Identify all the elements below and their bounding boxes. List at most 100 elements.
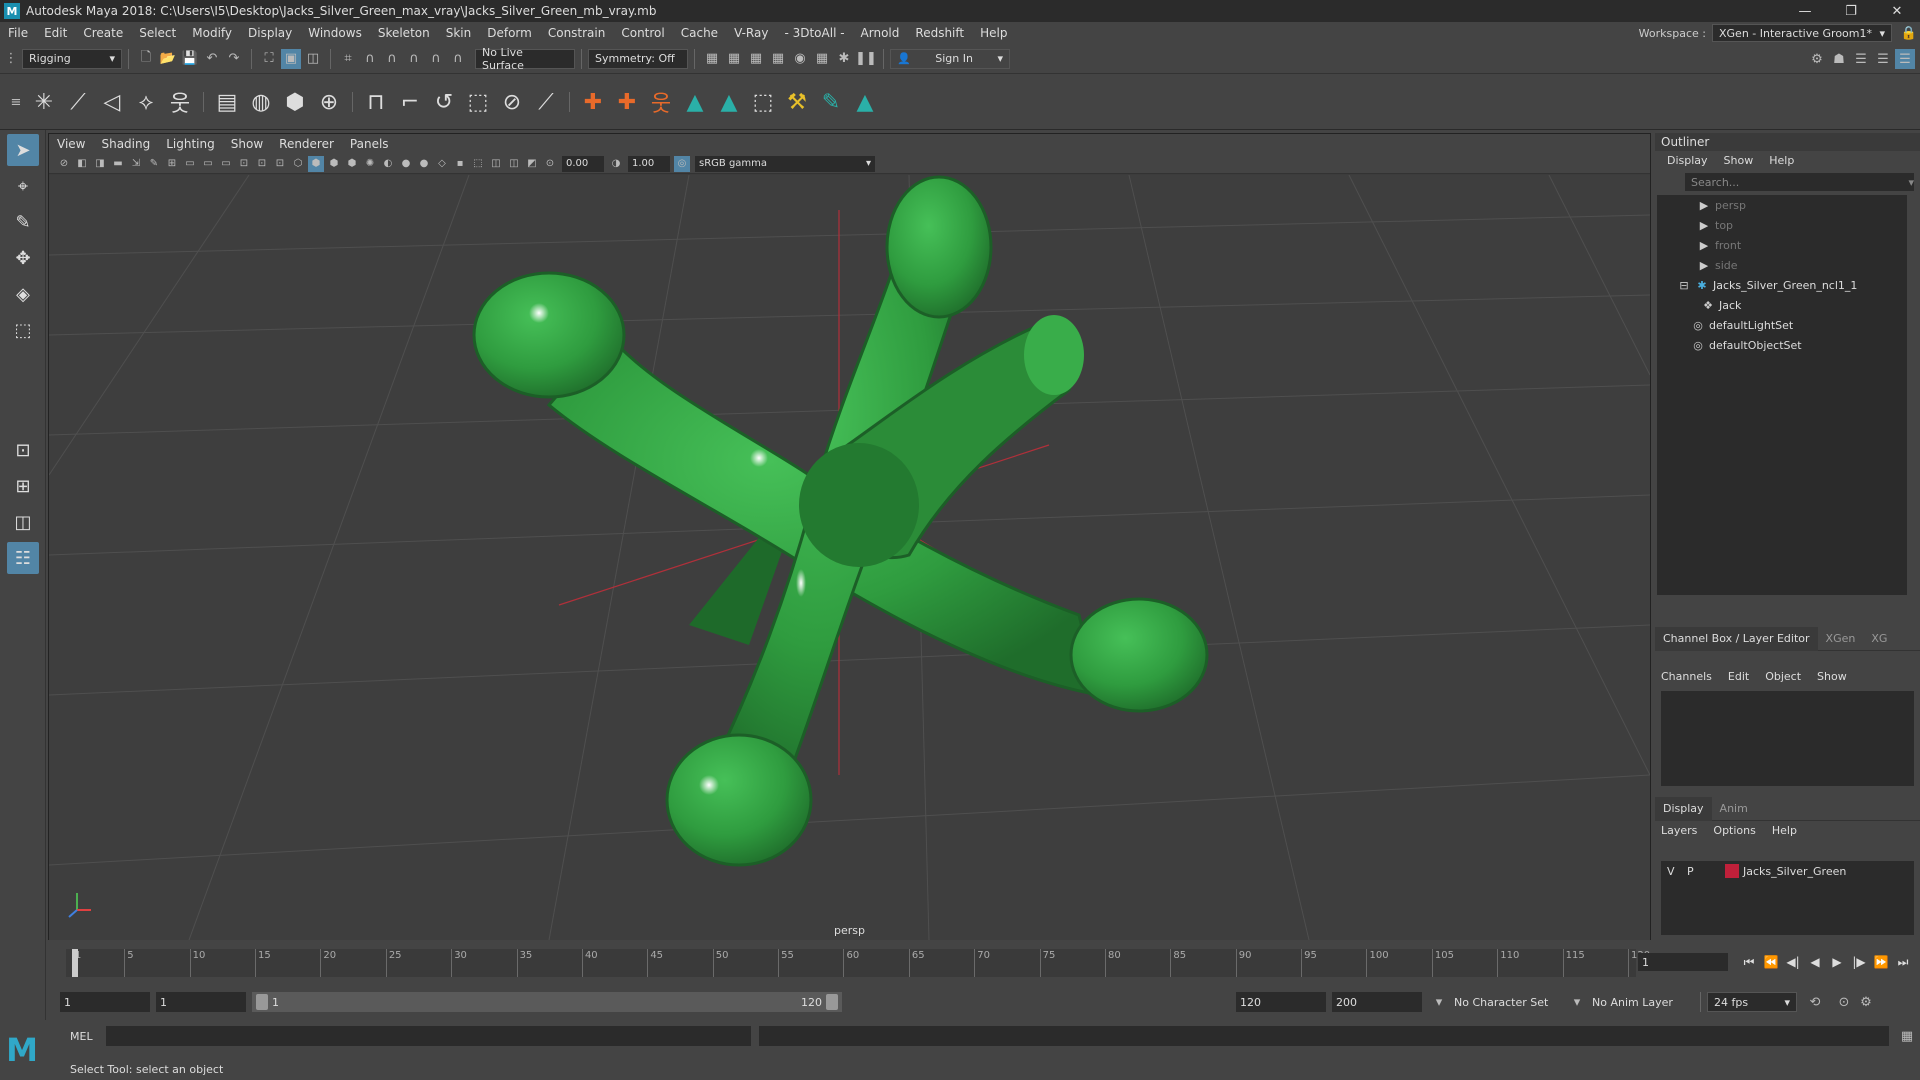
current-frame-field[interactable]: 1 <box>1638 953 1728 971</box>
restore-icon[interactable]: ❐ <box>1828 0 1874 22</box>
step-back-key-icon[interactable]: ⏪ <box>1760 951 1782 973</box>
paint-select-icon[interactable]: ✎ <box>7 206 39 238</box>
lights-icon[interactable]: ✺ <box>362 156 378 172</box>
rotate-tool-icon[interactable]: ◈ <box>7 278 39 310</box>
grease-pencil-icon[interactable]: ✎ <box>816 87 846 117</box>
modeling-toolkit-icon[interactable]: ⚙ <box>1807 49 1827 69</box>
two-view-icon[interactable]: ◫ <box>7 506 39 538</box>
aim-constraint-icon[interactable]: ⊘ <box>497 87 527 117</box>
step-forward-frame-icon[interactable]: |▶ <box>1848 951 1870 973</box>
mash-icon[interactable]: ▲ <box>714 87 744 117</box>
lasso-tool-icon[interactable]: ⌖ <box>7 170 39 202</box>
lock-icon[interactable]: 🔒 <box>1899 23 1919 43</box>
select-hierarchy-icon[interactable]: ⛶ <box>259 49 279 69</box>
close-icon[interactable]: ✕ <box>1874 0 1920 22</box>
film-gate-icon[interactable]: ▭ <box>182 156 198 172</box>
layer-playback-toggle[interactable]: P <box>1687 865 1707 878</box>
render-settings-icon[interactable]: ▦ <box>768 49 788 69</box>
ik-handle-icon[interactable]: ⟋ <box>63 87 93 117</box>
tool-settings-icon[interactable]: ☰ <box>1873 49 1893 69</box>
step-back-frame-icon[interactable]: ◀| <box>1782 951 1804 973</box>
scale-constraint-icon[interactable]: ⬚ <box>463 87 493 117</box>
tab-anim[interactable]: Anim <box>1712 797 1756 821</box>
command-input[interactable] <box>106 1026 751 1046</box>
command-language-label[interactable]: MEL <box>70 1030 104 1043</box>
single-perspective-icon[interactable]: ⊡ <box>7 434 39 466</box>
gamma-field[interactable]: 1.00 <box>628 155 670 172</box>
ambient-occlusion-icon[interactable]: ● <box>398 156 414 172</box>
lattice-icon[interactable]: ⬢ <box>280 87 310 117</box>
mash-network-icon[interactable]: ▲ <box>680 87 710 117</box>
range-start-handle[interactable] <box>256 994 268 1010</box>
insert-joint-icon[interactable]: ⟡ <box>131 87 161 117</box>
outliner-item-top[interactable]: ▶ top <box>1657 215 1907 235</box>
select-component-icon[interactable]: ◫ <box>303 49 323 69</box>
playback-start-field[interactable]: 1 <box>156 992 246 1012</box>
layer-menu-options[interactable]: Options <box>1713 824 1755 837</box>
smooth-shade-icon[interactable]: ⬢ <box>308 155 324 172</box>
viewport-scene[interactable] <box>49 175 1650 940</box>
anim-end-field[interactable]: 200 <box>1332 992 1422 1012</box>
layer-color-swatch[interactable] <box>1725 864 1739 878</box>
sign-in-button[interactable]: 👤 Sign In ▾ <box>890 48 1010 69</box>
ipr-render-icon[interactable]: ▦ <box>746 49 766 69</box>
menu-cache[interactable]: Cache <box>673 26 726 40</box>
select-tool-icon[interactable]: ➤ <box>7 134 39 166</box>
select-object-icon[interactable]: ▣ <box>281 48 301 69</box>
menu-constrain[interactable]: Constrain <box>540 26 614 40</box>
menu-edit[interactable]: Edit <box>36 26 75 40</box>
isolate-select-icon[interactable]: ⬚ <box>470 156 486 172</box>
menu-help[interactable]: Help <box>972 26 1015 40</box>
outliner-item-front[interactable]: ▶ front <box>1657 235 1907 255</box>
layer-visibility-toggle[interactable]: V <box>1667 865 1687 878</box>
minimize-icon[interactable]: — <box>1782 0 1828 22</box>
symmetry-dropdown[interactable]: Symmetry: Off <box>588 48 688 69</box>
quick-rig-icon[interactable]: 웃 <box>165 87 195 117</box>
step-forward-key-icon[interactable]: ⏩ <box>1870 951 1892 973</box>
ik-fk-switch-icon[interactable]: ✚ <box>612 87 642 117</box>
outliner-menu-show[interactable]: Show <box>1724 154 1754 167</box>
anim-layer-dropdown[interactable]: No Anim Layer <box>1588 992 1688 1012</box>
anim-start-field[interactable]: 1 <box>60 992 150 1012</box>
workspace-dropdown[interactable]: XGen - Interactive Groom1* ▾ <box>1712 24 1892 42</box>
render-sequence-icon[interactable]: ▦ <box>724 49 744 69</box>
menu-skeleton[interactable]: Skeleton <box>370 26 438 40</box>
menu-vray[interactable]: V-Ray <box>726 26 776 40</box>
menu-windows[interactable]: Windows <box>300 26 370 40</box>
menu-arnold[interactable]: Arnold <box>853 26 908 40</box>
undo-icon[interactable]: ↶ <box>202 49 222 69</box>
depth-of-field-icon[interactable]: ▪ <box>452 156 468 172</box>
image-plane-icon[interactable]: ▬ <box>110 156 126 172</box>
textured-icon[interactable]: ⬢ <box>344 156 360 172</box>
loop-icon[interactable]: ⟲ <box>1805 992 1825 1012</box>
snap-grid-icon[interactable]: ⌗ <box>338 49 358 69</box>
camera-attributes-icon[interactable]: ◧ <box>74 156 90 172</box>
character-set-dropdown[interactable]: No Character Set <box>1450 992 1560 1012</box>
xray-joints-icon[interactable]: ◫ <box>506 156 522 172</box>
vray-icon[interactable]: ✱ <box>834 49 854 69</box>
render-frame-icon[interactable]: ▦ <box>702 49 722 69</box>
play-backward-icon[interactable]: ◀ <box>1804 951 1826 973</box>
chevron-down-icon[interactable]: ▾ <box>1429 992 1449 1012</box>
ik-spline-icon[interactable]: ◁ <box>97 87 127 117</box>
outliner-item-persp[interactable]: ▶ persp <box>1657 195 1907 215</box>
backface-icon[interactable]: ◩ <box>524 156 540 172</box>
gamma-icon[interactable]: ◑ <box>608 156 624 172</box>
pole-vector-icon[interactable]: ⟋ <box>531 87 561 117</box>
gate-mask-icon[interactable]: ▭ <box>218 156 234 172</box>
2d-pan-zoom-icon[interactable]: ⇲ <box>128 156 144 172</box>
joint-tool-icon[interactable]: ✳ <box>29 87 59 117</box>
shadows-icon[interactable]: ◐ <box>380 156 396 172</box>
render-view-icon[interactable]: ▦ <box>812 49 832 69</box>
redo-icon[interactable]: ↷ <box>224 49 244 69</box>
viewport-menu-panels[interactable]: Panels <box>350 137 389 151</box>
locator-icon[interactable]: ✚ <box>578 87 608 117</box>
sculpt-icon[interactable]: ⚒ <box>782 87 812 117</box>
exposure-icon[interactable]: ⊙ <box>542 156 558 172</box>
bind-skin-icon[interactable]: ▤ <box>212 87 242 117</box>
go-to-start-icon[interactable]: ⏮ <box>1738 951 1760 973</box>
current-time-indicator[interactable] <box>72 949 78 977</box>
new-scene-icon[interactable]: 🗋 <box>136 49 156 69</box>
viewport-panel[interactable]: View Shading Lighting Show Renderer Pane… <box>48 133 1651 940</box>
play-forward-icon[interactable]: ▶ <box>1826 951 1848 973</box>
